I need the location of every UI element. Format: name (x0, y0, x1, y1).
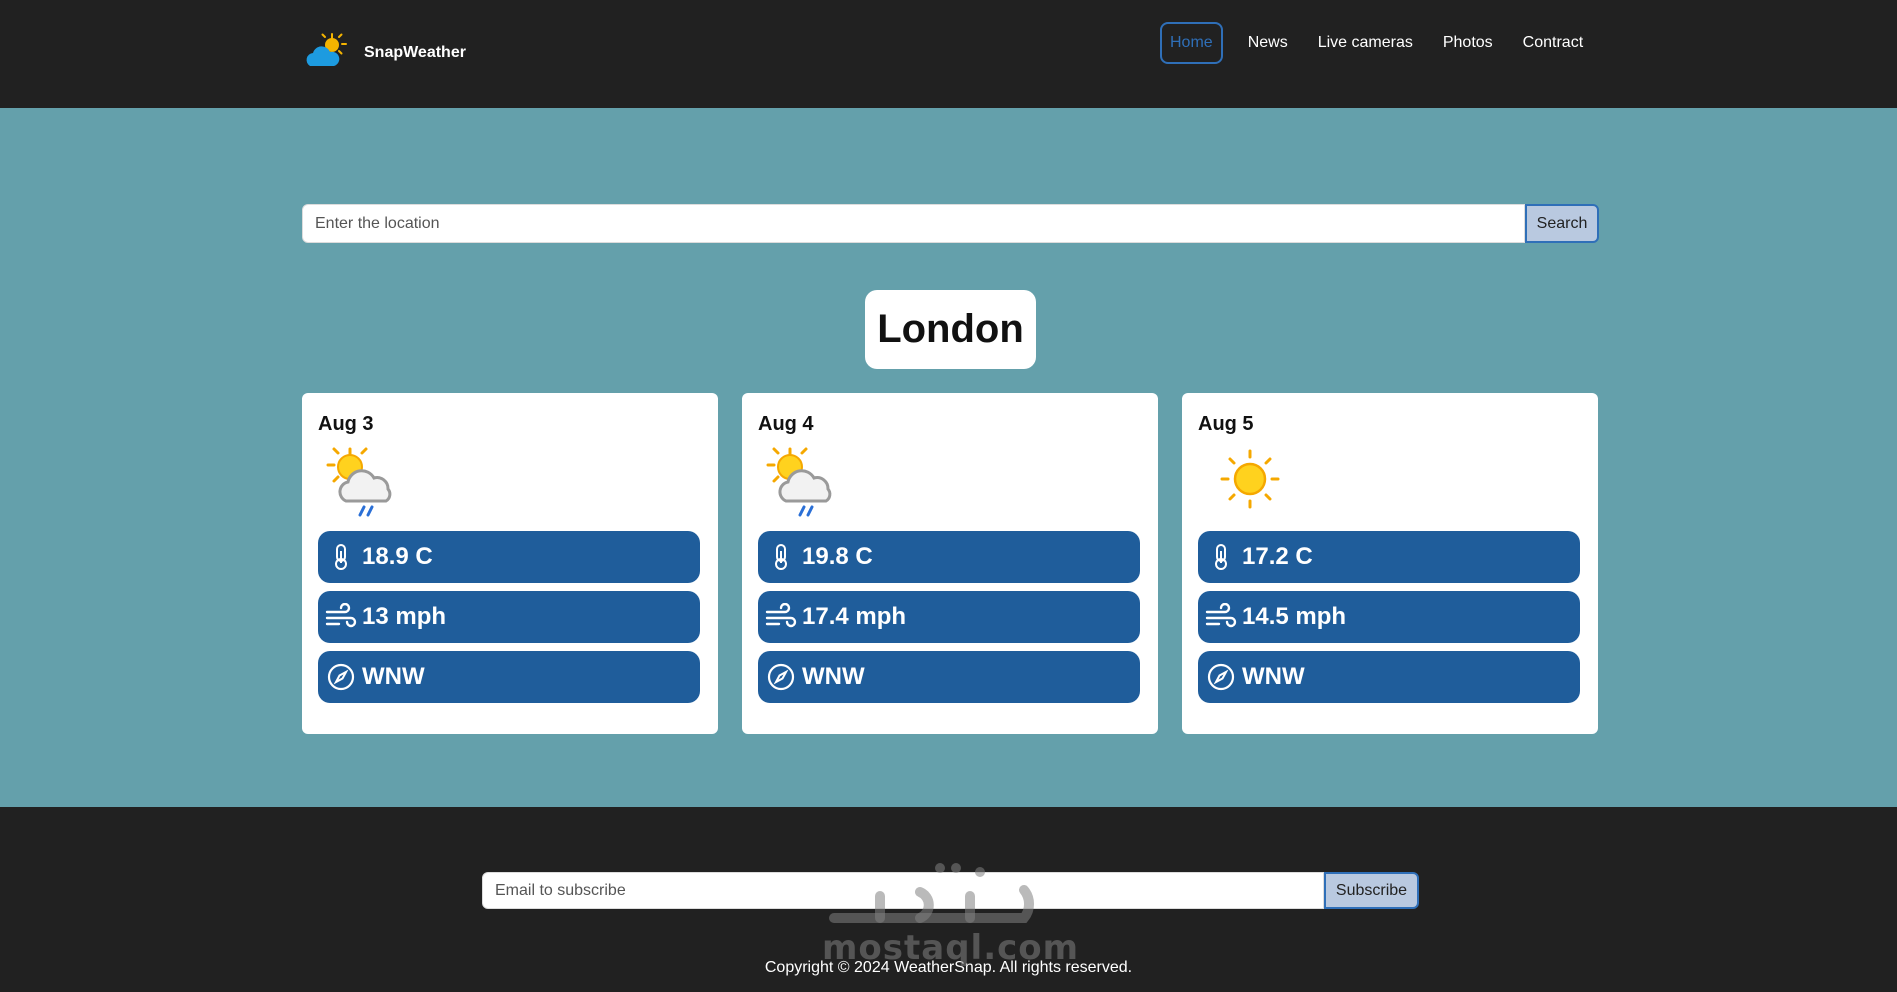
compass-icon (324, 660, 358, 694)
wind-speed-value: 13 mph (362, 603, 447, 630)
compass-icon (1204, 660, 1238, 694)
nav-contract[interactable]: Contract (1508, 24, 1598, 62)
temperature-value: 18.9 C (362, 543, 433, 570)
wind-icon (764, 600, 798, 634)
subscribe-form: Subscribe (482, 872, 1419, 909)
temperature-pill: 18.9 C (318, 531, 700, 583)
brand[interactable]: SnapWeather (304, 32, 466, 72)
forecast-cards: Aug 3 18.9 C 13 mph WNW Aug 4 19.8 C 17.… (302, 393, 1598, 734)
thermometer-icon (764, 540, 798, 574)
temperature-pill: 19.8 C (758, 531, 1140, 583)
forecast-card: Aug 4 19.8 C 17.4 mph WNW (742, 393, 1158, 734)
wind-icon (1204, 600, 1238, 634)
wind-icon (324, 600, 358, 634)
thermometer-icon (1204, 540, 1238, 574)
temperature-pill: 17.2 C (1198, 531, 1580, 583)
sun-icon (1202, 443, 1292, 523)
wind-direction-value: WNW (1242, 663, 1305, 690)
forecast-card: Aug 5 17.2 C 14.5 mph WNW (1182, 393, 1598, 734)
site-header: SnapWeather Home News Live cameras Photo… (0, 0, 1897, 108)
forecast-date: Aug 3 (318, 413, 374, 435)
nav-photos[interactable]: Photos (1428, 24, 1508, 62)
copyright-text: Copyright © 2024 WeatherSnap. All rights… (764, 959, 1133, 976)
search-bar: Search (302, 204, 1599, 243)
temperature-value: 19.8 C (802, 543, 873, 570)
email-subscribe-input[interactable] (482, 872, 1324, 909)
forecast-card: Aug 3 18.9 C 13 mph WNW (302, 393, 718, 734)
wind-direction-value: WNW (802, 663, 865, 690)
nav-live-cameras[interactable]: Live cameras (1303, 24, 1428, 62)
city-title-box: London (865, 290, 1036, 369)
sun-cloud-rain-icon (762, 443, 852, 523)
wind-direction-pill: WNW (758, 651, 1140, 703)
main-content: Search London Aug 3 (0, 108, 1897, 807)
wind-speed-value: 14.5 mph (1242, 603, 1347, 630)
compass-icon (764, 660, 798, 694)
wind-direction-value: WNW (362, 663, 425, 690)
forecast-date: Aug 4 (758, 413, 814, 435)
wind-speed-pill: 17.4 mph (758, 591, 1140, 643)
main-nav: Home News Live cameras Photos Contract (1160, 22, 1598, 64)
sun-cloud-rain-icon (322, 443, 412, 523)
forecast-date: Aug 5 (1198, 413, 1254, 435)
wind-direction-pill: WNW (1198, 651, 1580, 703)
wind-direction-pill: WNW (318, 651, 700, 703)
location-search-input[interactable] (302, 204, 1525, 243)
thermometer-icon (324, 540, 358, 574)
nav-home[interactable]: Home (1160, 22, 1223, 64)
sun-cloud-icon (304, 32, 350, 72)
nav-news[interactable]: News (1233, 24, 1303, 62)
subscribe-button[interactable]: Subscribe (1324, 872, 1419, 909)
wind-speed-pill: 13 mph (318, 591, 700, 643)
wind-speed-value: 17.4 mph (802, 603, 907, 630)
wind-speed-pill: 14.5 mph (1198, 591, 1580, 643)
brand-name: SnapWeather (364, 44, 466, 61)
temperature-value: 17.2 C (1242, 543, 1313, 570)
search-button[interactable]: Search (1525, 204, 1599, 243)
site-footer: Subscribe Copyright © 2024 WeatherSnap. … (0, 807, 1897, 992)
city-name: London (877, 307, 1024, 351)
